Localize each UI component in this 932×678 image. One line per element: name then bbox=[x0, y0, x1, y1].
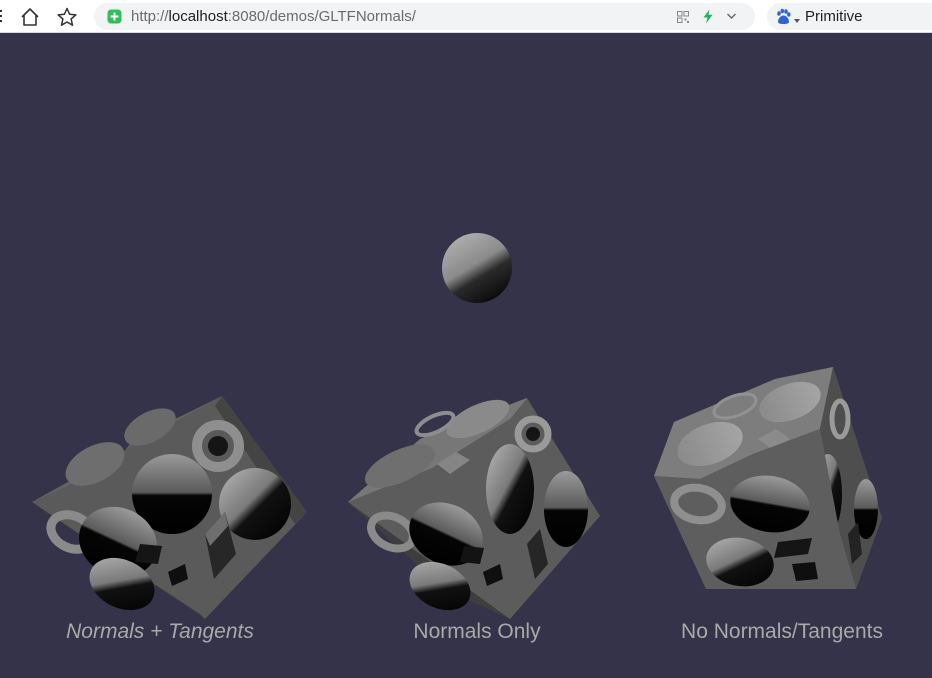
star-icon bbox=[57, 7, 77, 26]
cube-model-no-normals bbox=[654, 367, 882, 589]
model-caption-normals-tangents: Normals + Tangents bbox=[66, 620, 254, 643]
qr-code-icon[interactable] bbox=[677, 11, 689, 23]
engine-dropdown-icon[interactable] bbox=[794, 19, 800, 23]
sphere-model bbox=[442, 233, 512, 303]
chevron-down-icon[interactable] bbox=[726, 11, 737, 21]
cube-model-normals-only bbox=[348, 398, 600, 619]
url-text[interactable]: http://localhost:8080/demos/GLTFNormals/ bbox=[131, 8, 416, 25]
browser-toolbar: http://localhost:8080/demos/GLTFNormals/… bbox=[0, 0, 932, 33]
model-caption-normals-only: Normals Only bbox=[413, 620, 541, 643]
home-button[interactable] bbox=[17, 4, 43, 30]
bookmark-button[interactable] bbox=[54, 4, 80, 30]
search-engine-selector[interactable]: Primitive bbox=[767, 3, 932, 30]
scene-canvas[interactable] bbox=[0, 34, 932, 678]
baidu-paw-icon bbox=[777, 8, 791, 24]
cube-model-normals-tangents bbox=[32, 396, 307, 619]
menu-dots-icon[interactable] bbox=[0, 10, 3, 24]
search-engine-label: Primitive bbox=[805, 8, 863, 25]
shield-icon[interactable] bbox=[107, 9, 122, 24]
model-caption-no-normals: No Normals/Tangents bbox=[681, 620, 883, 643]
lightning-icon[interactable] bbox=[702, 9, 714, 24]
gltf-viewport[interactable]: Normals + Tangents Normals Only No Norma… bbox=[0, 34, 932, 678]
home-icon bbox=[21, 8, 39, 26]
address-bar[interactable]: http://localhost:8080/demos/GLTFNormals/ bbox=[94, 3, 755, 30]
